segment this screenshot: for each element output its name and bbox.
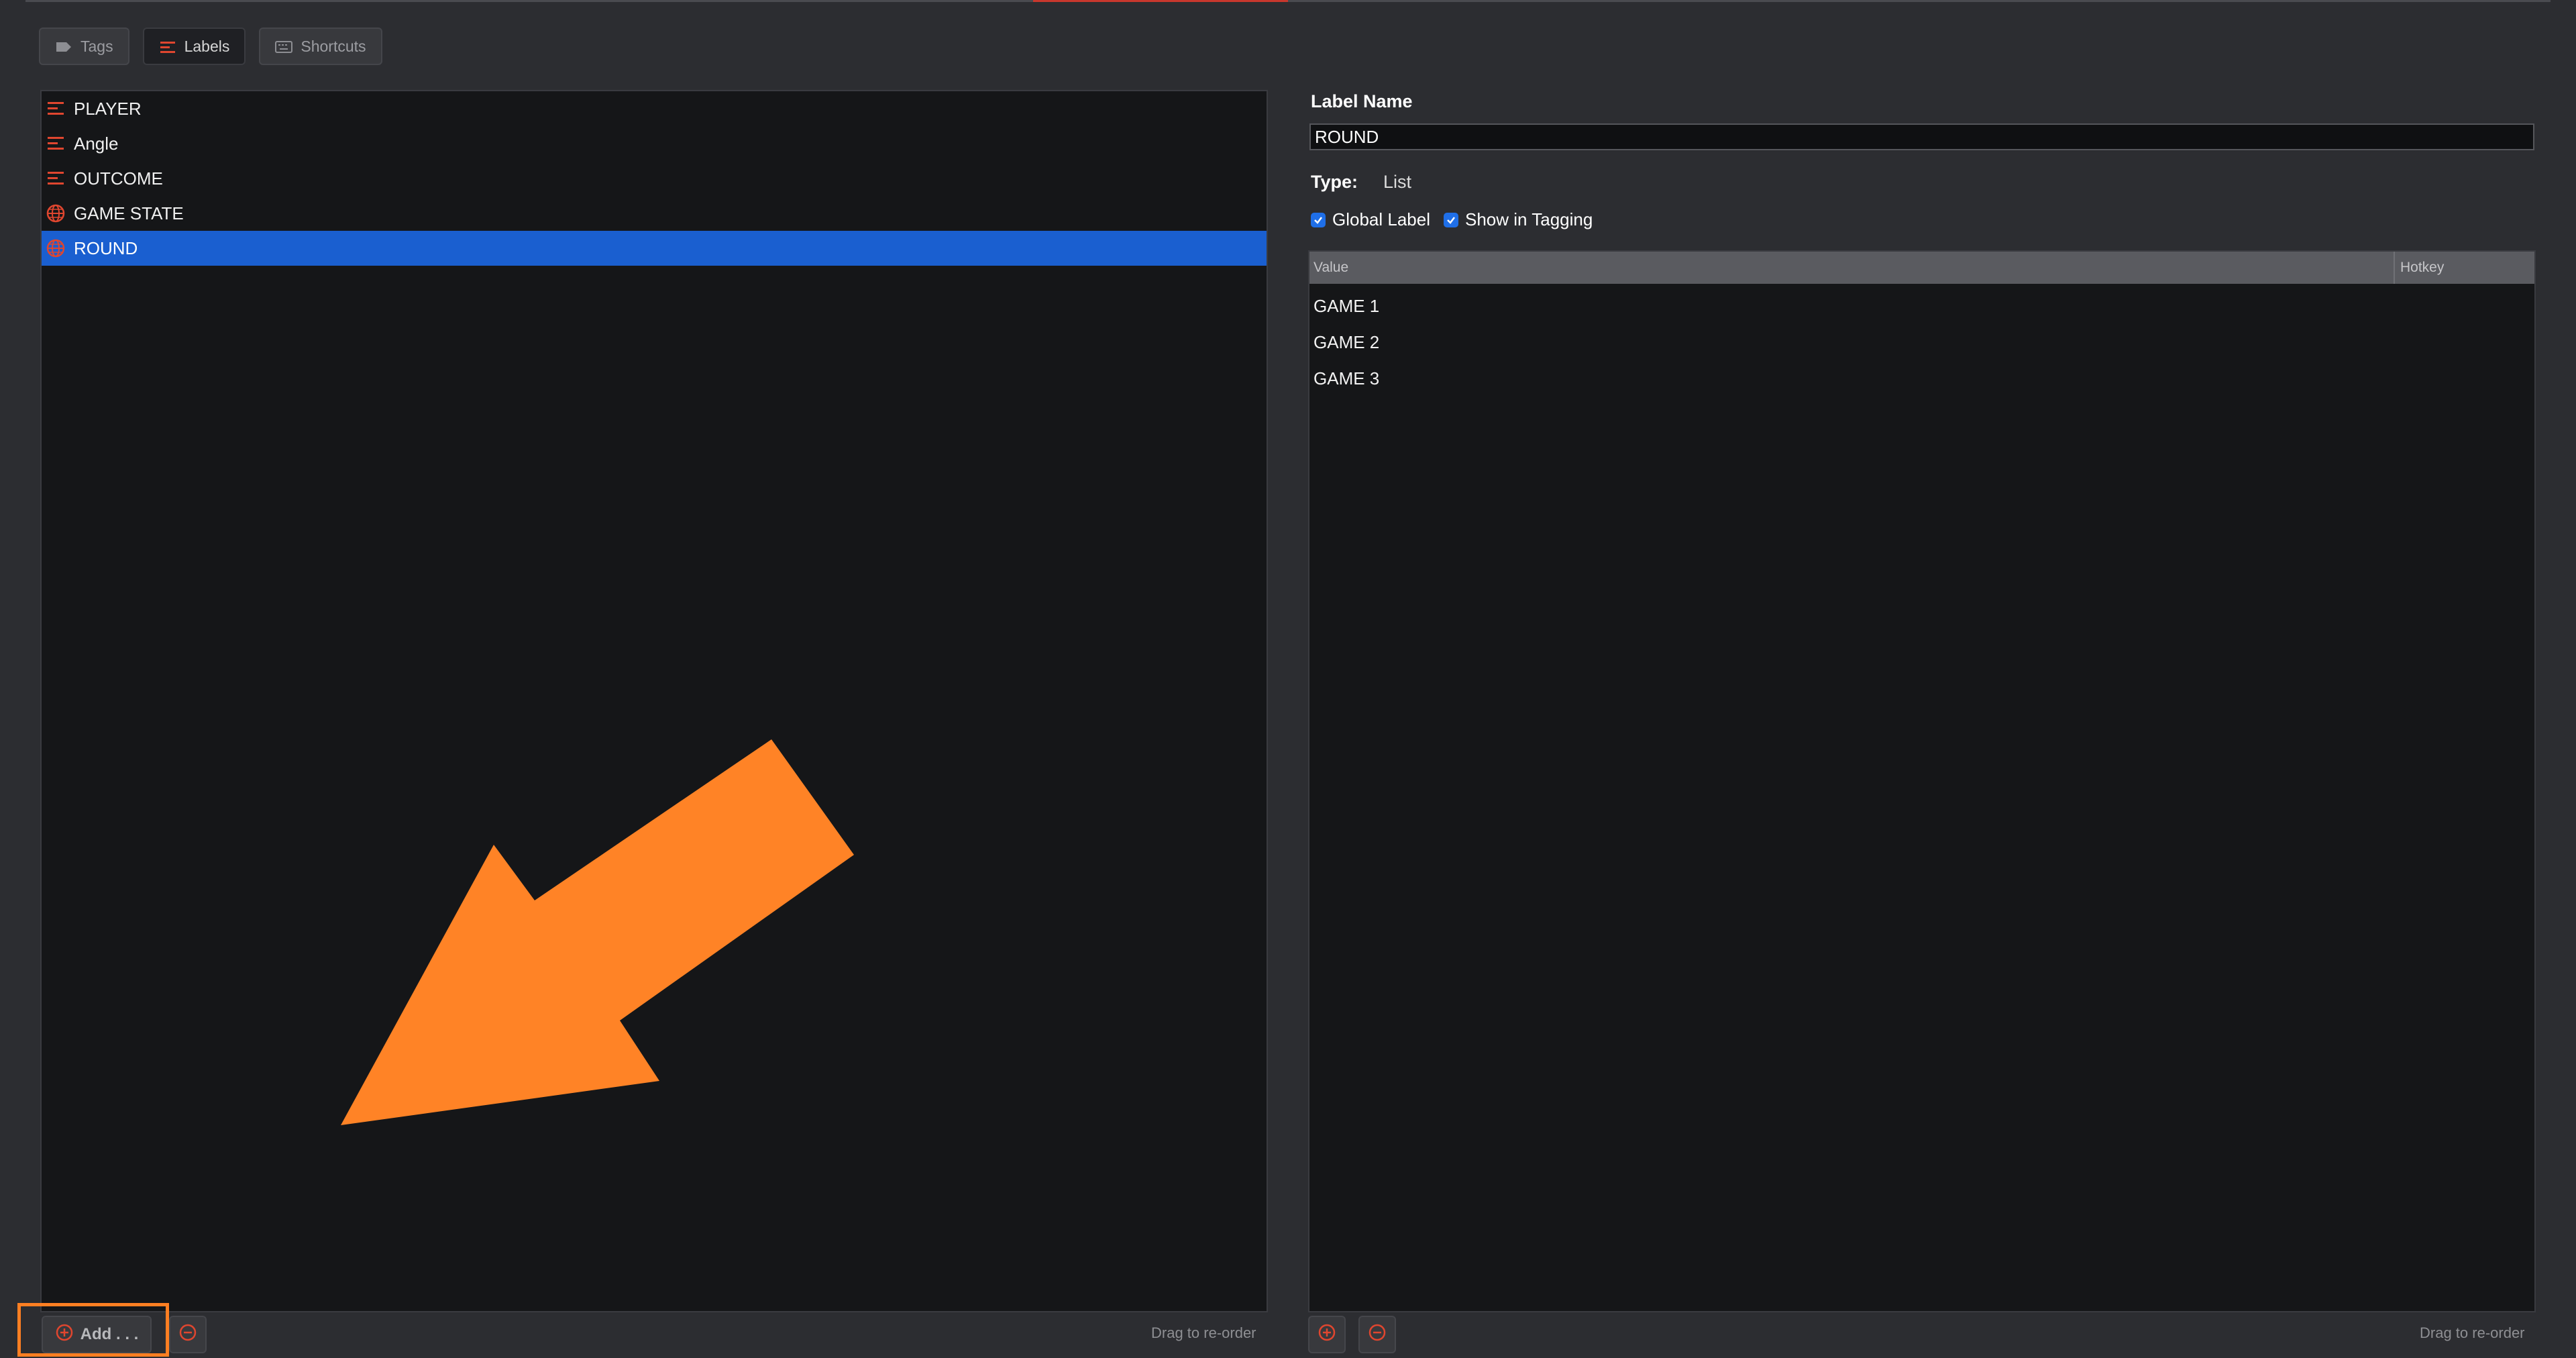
checkmark-icon (1311, 212, 1326, 227)
list-icon (46, 134, 66, 154)
list-icon (46, 168, 66, 189)
tab-labels[interactable]: Labels (142, 28, 246, 65)
remove-label-button[interactable] (169, 1316, 207, 1353)
list-item[interactable]: Angle (42, 126, 1267, 161)
table-header: Value Hotkey (1309, 252, 2534, 284)
type-row: Type: List (1311, 172, 1411, 193)
reorder-hint: Drag to re-order (2420, 1324, 2525, 1341)
label-name-input[interactable] (1309, 123, 2534, 150)
label-options: Global Label Show in Tagging (1311, 209, 1593, 230)
mode-toolbar: Tags Labels Shortcuts (39, 28, 382, 65)
tag-icon (55, 40, 72, 53)
add-label-text: Add . . . (80, 1325, 139, 1343)
window-top-border (25, 0, 2551, 2)
list-item-label: ROUND (74, 238, 138, 258)
list-item-label: PLAYER (74, 98, 142, 119)
list-item-selected[interactable]: ROUND (42, 231, 1267, 266)
global-label-checkbox[interactable]: Global Label (1311, 209, 1430, 230)
tab-shortcuts-label: Shortcuts (301, 37, 366, 55)
show-in-tagging-text: Show in Tagging (1465, 209, 1593, 229)
table-row[interactable]: GAME 1 (1309, 288, 2534, 324)
table-row[interactable]: GAME 2 (1309, 324, 2534, 360)
list-item[interactable]: OUTCOME (42, 161, 1267, 196)
add-label-button[interactable]: Add . . . (42, 1316, 152, 1353)
list-item[interactable]: PLAYER (42, 91, 1267, 126)
minus-circle-icon (1368, 1323, 1387, 1347)
reorder-hint: Drag to re-order (1151, 1324, 1256, 1341)
list-icon (159, 40, 176, 53)
keyboard-icon (275, 40, 293, 53)
values-table[interactable]: Value Hotkey GAME 1 GAME 2 GAME 3 (1308, 250, 2536, 1312)
tab-tags-label: Tags (80, 37, 113, 55)
list-item-label: GAME STATE (74, 203, 184, 223)
globe-icon (46, 238, 66, 258)
list-item-label: Angle (74, 133, 119, 154)
show-in-tagging-checkbox[interactable]: Show in Tagging (1444, 209, 1593, 230)
global-label-text: Global Label (1332, 209, 1430, 229)
list-icon (46, 99, 66, 119)
tab-tags[interactable]: Tags (39, 28, 129, 65)
checkmark-icon (1444, 212, 1458, 227)
tab-shortcuts[interactable]: Shortcuts (259, 28, 382, 65)
minus-circle-icon (178, 1323, 197, 1347)
label-name-heading: Label Name (1311, 91, 1413, 111)
progress-indicator (1033, 0, 1288, 2)
globe-icon (46, 203, 66, 223)
add-value-button[interactable] (1308, 1316, 1346, 1353)
list-item[interactable]: GAME STATE (42, 196, 1267, 231)
annotation-arrow (341, 739, 854, 1125)
column-header-hotkey[interactable]: Hotkey (2395, 252, 2534, 284)
type-key: Type: (1311, 172, 1358, 192)
column-header-value[interactable]: Value (1309, 252, 2395, 284)
plus-circle-icon (1318, 1323, 1336, 1347)
type-value: List (1383, 172, 1412, 192)
remove-value-button[interactable] (1358, 1316, 1396, 1353)
list-item-label: OUTCOME (74, 168, 163, 189)
tab-labels-label: Labels (184, 37, 230, 55)
plus-circle-icon (55, 1323, 74, 1347)
table-row[interactable]: GAME 3 (1309, 360, 2534, 397)
